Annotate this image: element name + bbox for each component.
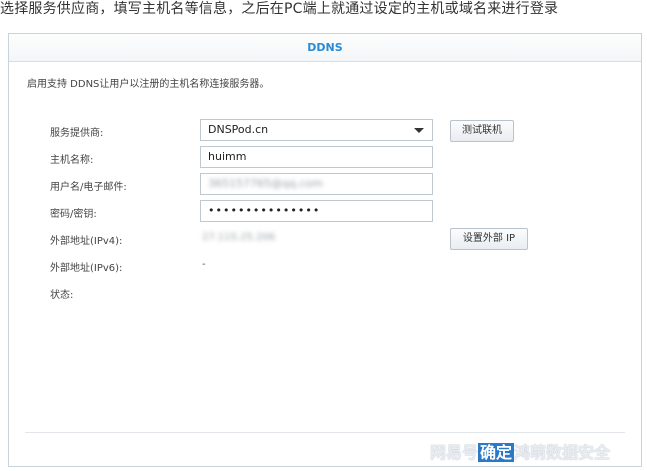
provider-select[interactable]: DNSPod.cn [200,119,433,141]
external-ipv6-value: - [202,259,206,270]
caption-text: 选择服务供应商，填写主机名等信息，之后在PC端上就通过设定的主机或域名来进行登录 [0,1,559,17]
external-ipv6-label: 外部地址(IPv6): [50,263,123,274]
status-label: 状态: [50,290,74,301]
external-ipv4-label: 外部地址(IPv4): [50,236,123,247]
ok-button[interactable]: 确定 [478,443,515,462]
watermark-right: 鸿萌数据安全 [514,443,611,462]
provider-label: 服务提供商: [50,128,104,139]
hostname-input[interactable]: huimm [200,146,433,168]
hostname-label: 主机名称: [50,155,94,166]
footer-divider [25,432,625,433]
watermark-left: 网易号 [430,443,479,462]
watermark: 网易号 确定 鸿萌数据安全 [430,440,642,466]
external-ipv4-value: 27.115.25.206 [202,232,276,243]
username-label: 用户名/电子邮件: [50,182,127,193]
password-label: 密码/密钥: [50,209,97,220]
ddns-panel: DDNS 启用支持 DDNS让用户以注册的主机名称连接服务器。 服务提供商: D… [8,33,642,467]
chevron-down-icon [414,128,424,133]
test-connection-button[interactable]: 测试联机 [450,120,514,142]
username-value: 365157765@qq.com [208,177,323,190]
provider-value: DNSPod.cn [208,123,269,136]
panel-description: 启用支持 DDNS让用户以注册的主机名称连接服务器。 [27,79,270,90]
username-input[interactable]: 365157765@qq.com [200,173,433,195]
set-external-ip-button[interactable]: 设置外部 IP [450,228,528,250]
password-input[interactable]: ••••••••••••••• [200,200,433,222]
panel-title: DDNS [9,34,641,62]
